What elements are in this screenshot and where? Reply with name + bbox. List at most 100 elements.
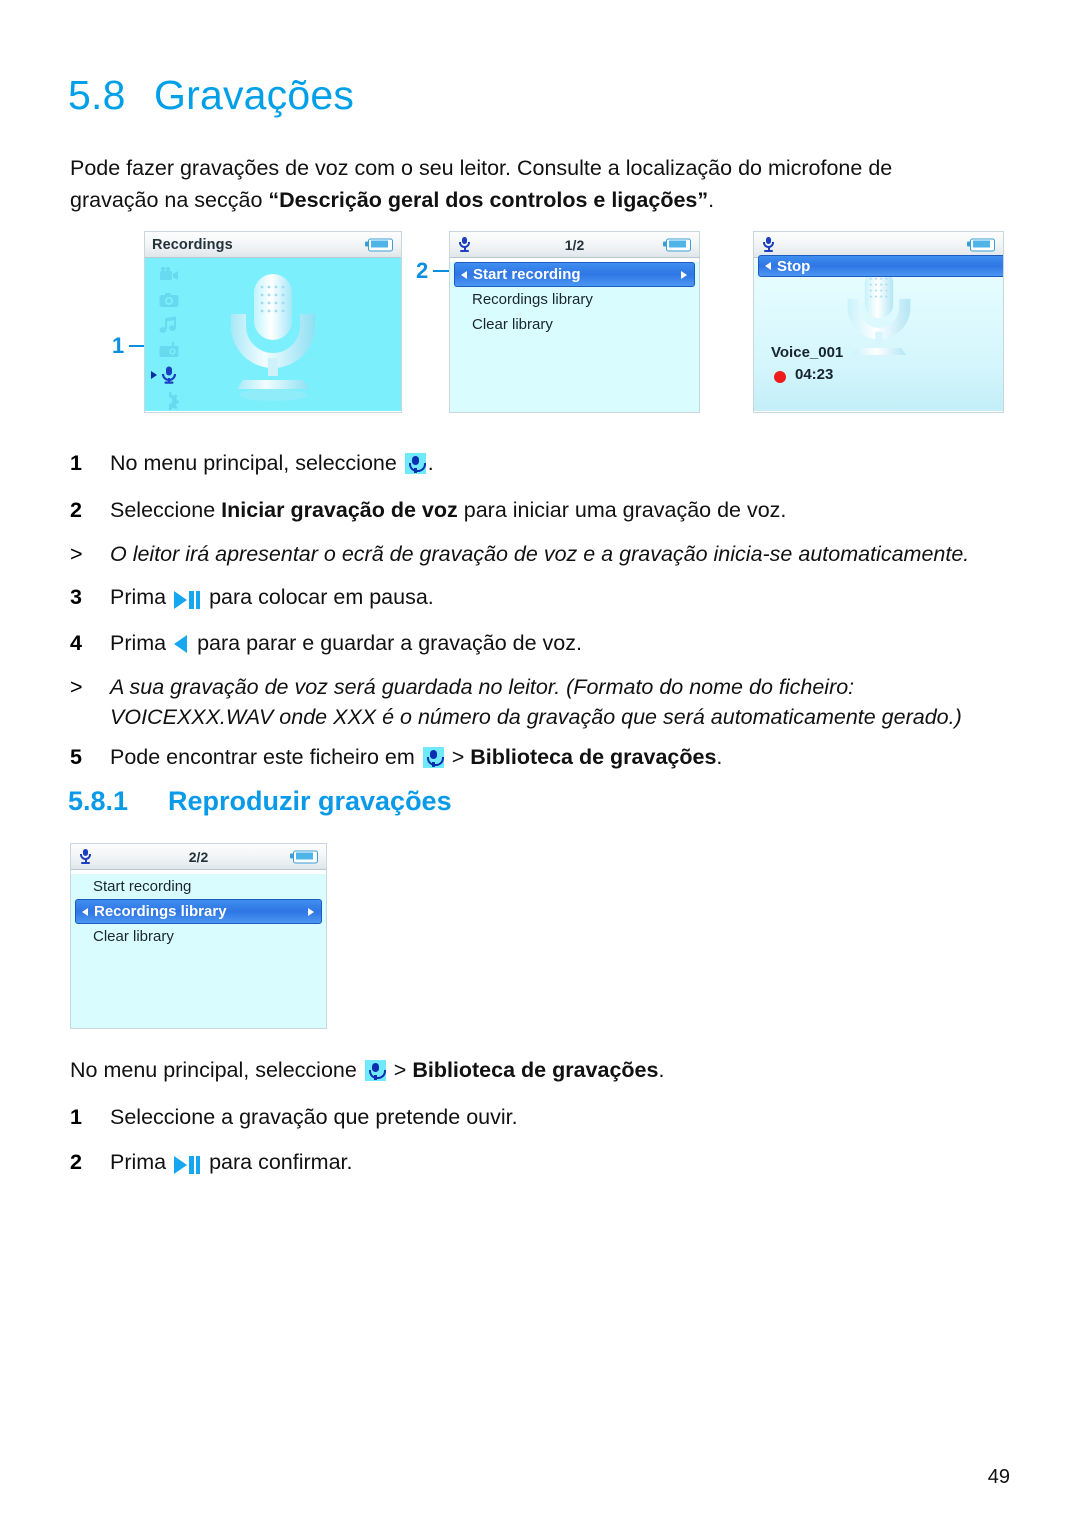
menu-item-recordings-library[interactable]: Recordings library <box>75 899 322 924</box>
manual-page: 5.8 Gravações Pode fazer gravações de voz… <box>0 0 1080 1527</box>
settings-gear-icon[interactable] <box>159 391 180 412</box>
step-4-text-before: Prima <box>110 631 173 655</box>
step-4-text: Prima para parar e guardar a gravação de… <box>110 628 1000 658</box>
menu-item-clear-library[interactable]: Clear library <box>450 312 699 337</box>
device-screen-main-menu: Recordings <box>144 231 402 413</box>
menu-item-clear-library[interactable]: Clear library <box>71 924 326 949</box>
radio-icon[interactable] <box>159 341 179 360</box>
screen-menu2-titlebar: 2/2 <box>71 844 326 870</box>
menu-item-label: Clear library <box>472 316 553 333</box>
screen-main-titlebar: Recordings <box>145 232 401 258</box>
left-arrow-icon <box>174 635 188 653</box>
step-5-text-before: Pode encontrar este ficheiro em <box>110 745 421 769</box>
stop-button[interactable]: Stop <box>758 255 1003 277</box>
note-2-marker: > <box>70 675 83 699</box>
secondary-intro-text-bold: Biblioteca de gravações <box>412 1058 659 1082</box>
callout-1: 1 <box>112 333 147 359</box>
menu-item-label: Start recording <box>473 266 581 283</box>
battery-icon <box>365 238 393 251</box>
note-1-text: O leitor irá apresentar o ecrã de gravaç… <box>110 542 970 566</box>
secondary-step-1-text: Seleccione a gravação que pretende ouvir… <box>110 1105 518 1129</box>
subsection-title-text: Reproduzir gravações <box>168 786 452 816</box>
step-2: 2 Seleccione Iniciar gravação de voz par… <box>70 495 1000 525</box>
microphone-icon <box>422 747 444 768</box>
music-note-icon[interactable] <box>159 316 179 335</box>
step-1-text-after: . <box>427 451 434 475</box>
secondary-intro-text-before: No menu principal, seleccione <box>70 1058 363 1082</box>
note-2: > A sua gravação de voz será guardada no… <box>70 672 1020 732</box>
page-title: 5.8 Gravações <box>68 72 354 119</box>
page-indicator: 1/2 <box>564 236 585 253</box>
selection-arrow-icon <box>151 371 157 379</box>
right-chevron-icon <box>308 907 314 916</box>
step-1-text: No menu principal, seleccione . <box>110 448 1000 478</box>
right-chevron-icon <box>681 270 687 279</box>
step-5-text-after: . <box>716 745 723 769</box>
device-screen-recording: Voice_001 04:23 Stop <box>753 231 1004 413</box>
secondary-step-2-marker: 2 <box>70 1150 82 1174</box>
screen-main-title: Recordings <box>152 236 233 253</box>
device-screen-recordings-menu-1: 1/2 Start recording Recordings library C… <box>449 231 700 413</box>
intro-line-2-prefix: gravação na secção <box>70 188 269 212</box>
battery-icon <box>290 850 318 863</box>
step-3: 3 Prima para colocar em pausa. <box>70 582 1000 614</box>
step-5-text-bold: Biblioteca de gravações <box>470 745 717 769</box>
menu-item-start-recording[interactable]: Start recording <box>454 262 695 287</box>
screen-main-sidebar <box>151 266 187 412</box>
step-5-text-mid: > <box>445 745 471 769</box>
secondary-step-1: 1 Seleccione a gravação que pretende ouv… <box>70 1102 1000 1132</box>
microphone-icon-selected[interactable] <box>151 366 179 385</box>
secondary-intro-text-after: . <box>658 1058 665 1082</box>
step-3-marker: 3 <box>70 585 82 609</box>
page-number: 49 <box>987 1466 1010 1488</box>
left-chevron-icon <box>765 262 771 270</box>
stop-button-label: Stop <box>777 257 811 275</box>
secondary-step-2-text-after: para confirmar. <box>203 1150 353 1174</box>
step-3-text-after: para colocar em pausa. <box>203 585 434 609</box>
step-4-marker: 4 <box>70 631 82 655</box>
menu-item-start-recording[interactable]: Start recording <box>71 874 326 899</box>
intro-line-1: Pode fazer gravações de voz com o seu le… <box>70 156 893 180</box>
intro-line-2-bold: “Descrição geral dos controlos e ligaçõe… <box>268 188 709 212</box>
photo-camera-icon[interactable] <box>159 291 179 310</box>
menu-item-label: Start recording <box>93 878 192 895</box>
microphone-icon <box>364 1060 386 1081</box>
callout-2: 2 <box>416 258 451 284</box>
video-camera-icon[interactable] <box>159 266 179 285</box>
left-chevron-icon <box>82 907 88 916</box>
recording-filename: Voice_001 <box>771 344 844 361</box>
screen-menu1-body: Start recording Recordings library Clear… <box>450 262 699 412</box>
secondary-step-2-text: Prima para confirmar. <box>110 1147 1000 1179</box>
note-2-line-2: onde XXX é o número da gravação que será… <box>279 705 962 729</box>
microphone-icon <box>761 236 776 253</box>
step-4: 4 Prima para parar e guardar a gravação … <box>70 628 1000 658</box>
microphone-illustration <box>198 262 348 412</box>
screen-menu1-titlebar: 1/2 <box>450 232 699 258</box>
menu-item-label: Recordings library <box>472 291 593 308</box>
secondary-intro-text: No menu principal, seleccione > Bibliote… <box>70 1055 1020 1085</box>
step-2-text-after: para iniciar uma gravação de voz. <box>457 498 787 522</box>
secondary-intro: No menu principal, seleccione > Bibliote… <box>70 1055 1020 1085</box>
callout-1-label: 1 <box>112 333 125 358</box>
intro-line-2-suffix: . <box>708 188 715 212</box>
step-5-text: Pode encontrar este ficheiro em > Biblio… <box>110 742 1000 772</box>
step-5: 5 Pode encontrar este ficheiro em > Bibl… <box>70 742 1000 772</box>
page-indicator: 2/2 <box>188 848 209 865</box>
section-title: Gravações <box>154 72 355 118</box>
step-2-text: Seleccione Iniciar gravação de voz para … <box>110 495 1000 525</box>
menu-item-recordings-library[interactable]: Recordings library <box>450 287 699 312</box>
microphone-icon <box>404 453 426 474</box>
note-2-text: A sua gravação de voz será guardada no l… <box>110 672 1020 732</box>
battery-icon <box>663 238 691 251</box>
recording-elapsed-time: 04:23 <box>795 366 834 383</box>
section-number: 5.8 <box>68 72 126 118</box>
secondary-step-2: 2 Prima para confirmar. <box>70 1147 1000 1179</box>
play-pause-icon <box>174 584 201 614</box>
secondary-intro-text-mid: > <box>387 1058 413 1082</box>
subsection-title: 5.8.1 Reproduzir gravações <box>68 786 452 817</box>
record-dot-icon <box>774 371 786 383</box>
step-5-marker: 5 <box>70 745 82 769</box>
step-3-text: Prima para colocar em pausa. <box>110 582 1000 614</box>
step-2-text-bold: Iniciar gravação de voz <box>221 498 458 522</box>
menu-item-label: Recordings library <box>94 903 227 920</box>
